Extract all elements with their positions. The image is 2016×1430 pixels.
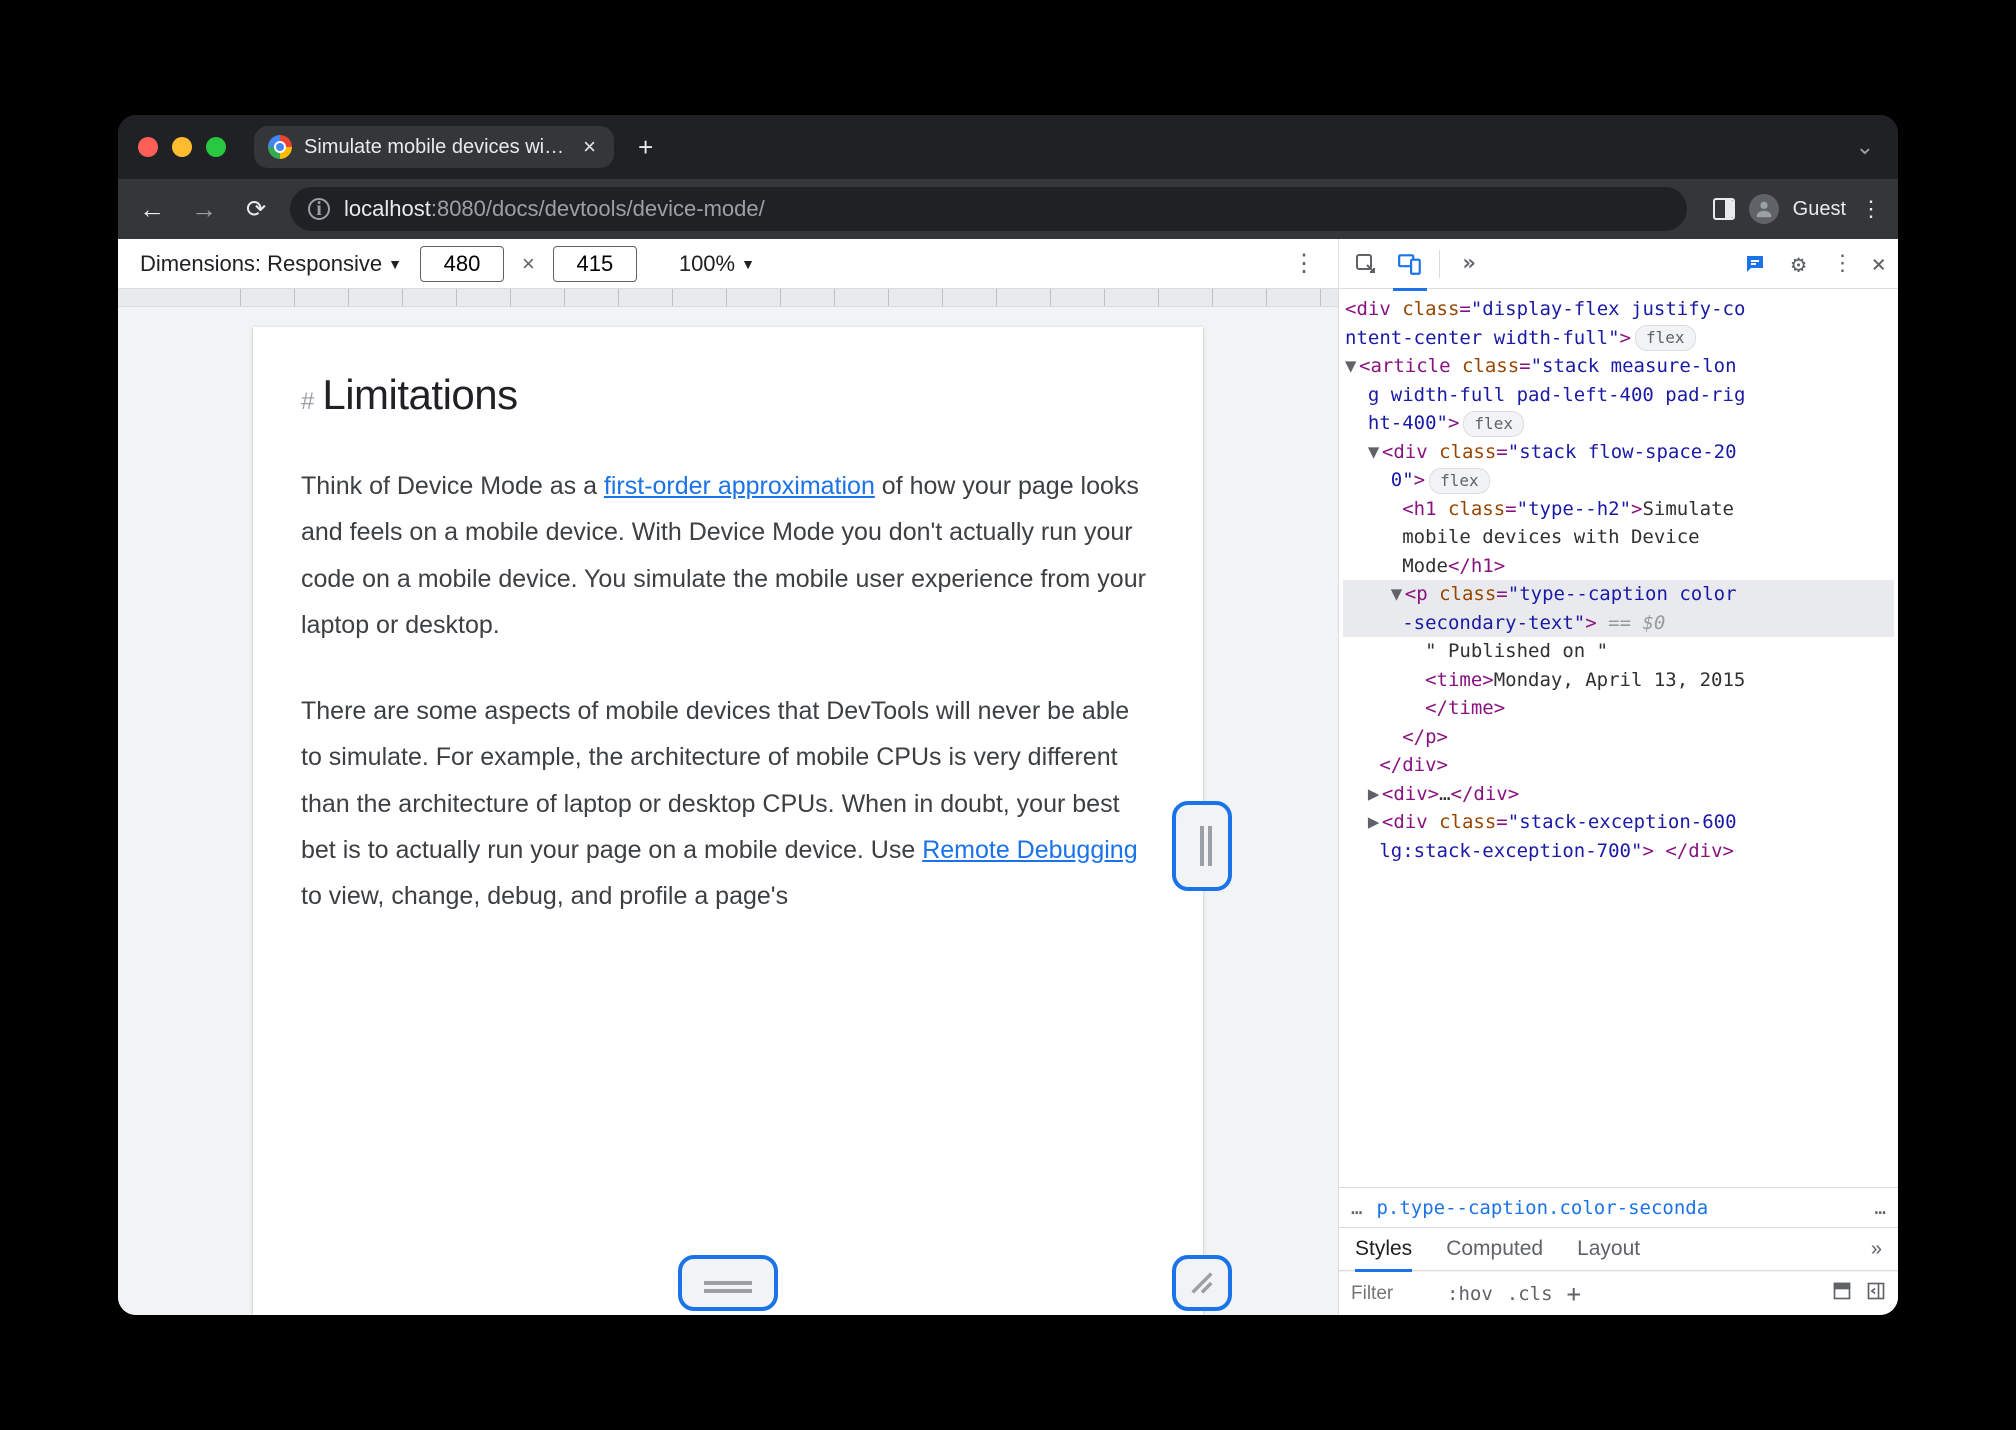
remote-debugging-link[interactable]: Remote Debugging <box>922 836 1137 864</box>
content-area: Dimensions: Responsive ▼ × 100% ▼ ⋮ # <box>118 239 1898 1315</box>
page-paragraph-2: There are some aspects of mobile devices… <box>301 688 1155 919</box>
new-tab-button[interactable]: + <box>638 132 653 163</box>
window-minimize-button[interactable] <box>172 137 192 157</box>
forward-button[interactable]: → <box>186 194 222 225</box>
window-maximize-button[interactable] <box>206 137 226 157</box>
toggle-sidebar-icon[interactable] <box>1866 1281 1886 1307</box>
titlebar: Simulate mobile devices with D × + ⌄ <box>118 115 1898 179</box>
devtools-menu-icon[interactable]: ⋮ <box>1828 249 1858 279</box>
resize-handle-right[interactable] <box>1172 801 1232 891</box>
breadcrumb-bar[interactable]: … p.type--caption.color-seconda … <box>1339 1187 1898 1227</box>
elements-tree[interactable]: <div class="display-flex justify-co nten… <box>1339 289 1898 1187</box>
dim-x-label: × <box>522 251 535 277</box>
device-mode-panel: Dimensions: Responsive ▼ × 100% ▼ ⋮ # <box>118 239 1338 1315</box>
back-button[interactable]: ← <box>134 194 170 225</box>
breadcrumb-next[interactable]: … <box>1875 1197 1886 1219</box>
browser-menu-button[interactable]: ⋮ <box>1860 196 1882 222</box>
width-input[interactable] <box>420 246 504 282</box>
styles-tabs-overflow[interactable]: » <box>1871 1238 1882 1261</box>
inspect-element-icon[interactable] <box>1351 249 1381 279</box>
new-style-rule[interactable]: + <box>1567 1280 1581 1308</box>
settings-gear-icon[interactable]: ⚙ <box>1784 249 1814 279</box>
browser-toolbar: ← → ⟳ i localhost:8080/docs/devtools/dev… <box>118 179 1898 239</box>
dimensions-dropdown[interactable]: Dimensions: Responsive ▼ <box>140 251 402 277</box>
tab-close-button[interactable]: × <box>579 134 600 160</box>
side-panel-icon[interactable] <box>1713 198 1735 220</box>
tab-layout[interactable]: Layout <box>1577 1229 1640 1269</box>
device-viewport-wrap: # Limitations Think of Device Mode as a … <box>118 307 1338 1315</box>
chrome-favicon-icon <box>268 135 292 159</box>
resize-handle-bottom[interactable] <box>678 1255 778 1311</box>
breadcrumb-current[interactable]: p.type--caption.color-seconda <box>1376 1197 1860 1219</box>
device-toolbar: Dimensions: Responsive ▼ × 100% ▼ ⋮ <box>118 239 1338 289</box>
simulated-viewport[interactable]: # Limitations Think of Device Mode as a … <box>253 327 1203 1315</box>
page-paragraph-1: Think of Device Mode as a first-order ap… <box>301 463 1155 648</box>
address-bar[interactable]: i localhost:8080/docs/devtools/device-mo… <box>290 187 1687 231</box>
devtools-close-button[interactable]: × <box>1872 250 1886 278</box>
computed-sidebar-icon[interactable] <box>1832 1281 1852 1307</box>
browser-window: Simulate mobile devices with D × + ⌄ ← →… <box>118 115 1898 1315</box>
device-options-button[interactable]: ⋮ <box>1292 249 1316 278</box>
console-issues-icon[interactable] <box>1740 249 1770 279</box>
horizontal-ruler[interactable] <box>118 289 1338 307</box>
site-info-icon[interactable]: i <box>308 198 330 220</box>
url-text: localhost:8080/docs/devtools/device-mode… <box>344 196 765 222</box>
zoom-dropdown[interactable]: 100% ▼ <box>679 251 755 277</box>
first-order-link[interactable]: first-order approximation <box>604 472 875 500</box>
profile-label: Guest <box>1793 198 1846 221</box>
toolbar-right-controls: Guest ⋮ <box>1713 194 1882 224</box>
heading-anchor-icon[interactable]: # <box>301 388 314 416</box>
tab-search-button[interactable]: ⌄ <box>1856 134 1874 160</box>
tab-styles[interactable]: Styles <box>1355 1229 1412 1269</box>
browser-tab[interactable]: Simulate mobile devices with D × <box>254 126 614 168</box>
cls-toggle[interactable]: .cls <box>1507 1283 1553 1305</box>
reload-button[interactable]: ⟳ <box>238 195 274 224</box>
height-input[interactable] <box>553 246 637 282</box>
resize-handle-corner[interactable] <box>1172 1255 1232 1311</box>
profile-avatar-icon[interactable] <box>1749 194 1779 224</box>
tab-computed[interactable]: Computed <box>1446 1229 1543 1269</box>
window-close-button[interactable] <box>138 137 158 157</box>
styles-filter-input[interactable] <box>1351 1283 1433 1305</box>
tab-title: Simulate mobile devices with D <box>304 136 567 159</box>
devtools-tabs-overflow[interactable]: » <box>1454 249 1484 279</box>
hov-toggle[interactable]: :hov <box>1447 1283 1493 1305</box>
styles-filter-row: :hov .cls + <box>1339 1271 1898 1315</box>
page-heading: Limitations <box>322 371 517 419</box>
devtools-toolbar: » ⚙ ⋮ × <box>1339 239 1898 289</box>
breadcrumb-prev[interactable]: … <box>1351 1197 1362 1219</box>
devtools-panel: » ⚙ ⋮ × <div class="display-flex justify… <box>1338 239 1898 1315</box>
traffic-lights <box>138 137 226 157</box>
device-toggle-icon[interactable] <box>1395 249 1425 279</box>
styles-tabs: Styles Computed Layout » <box>1339 1227 1898 1271</box>
